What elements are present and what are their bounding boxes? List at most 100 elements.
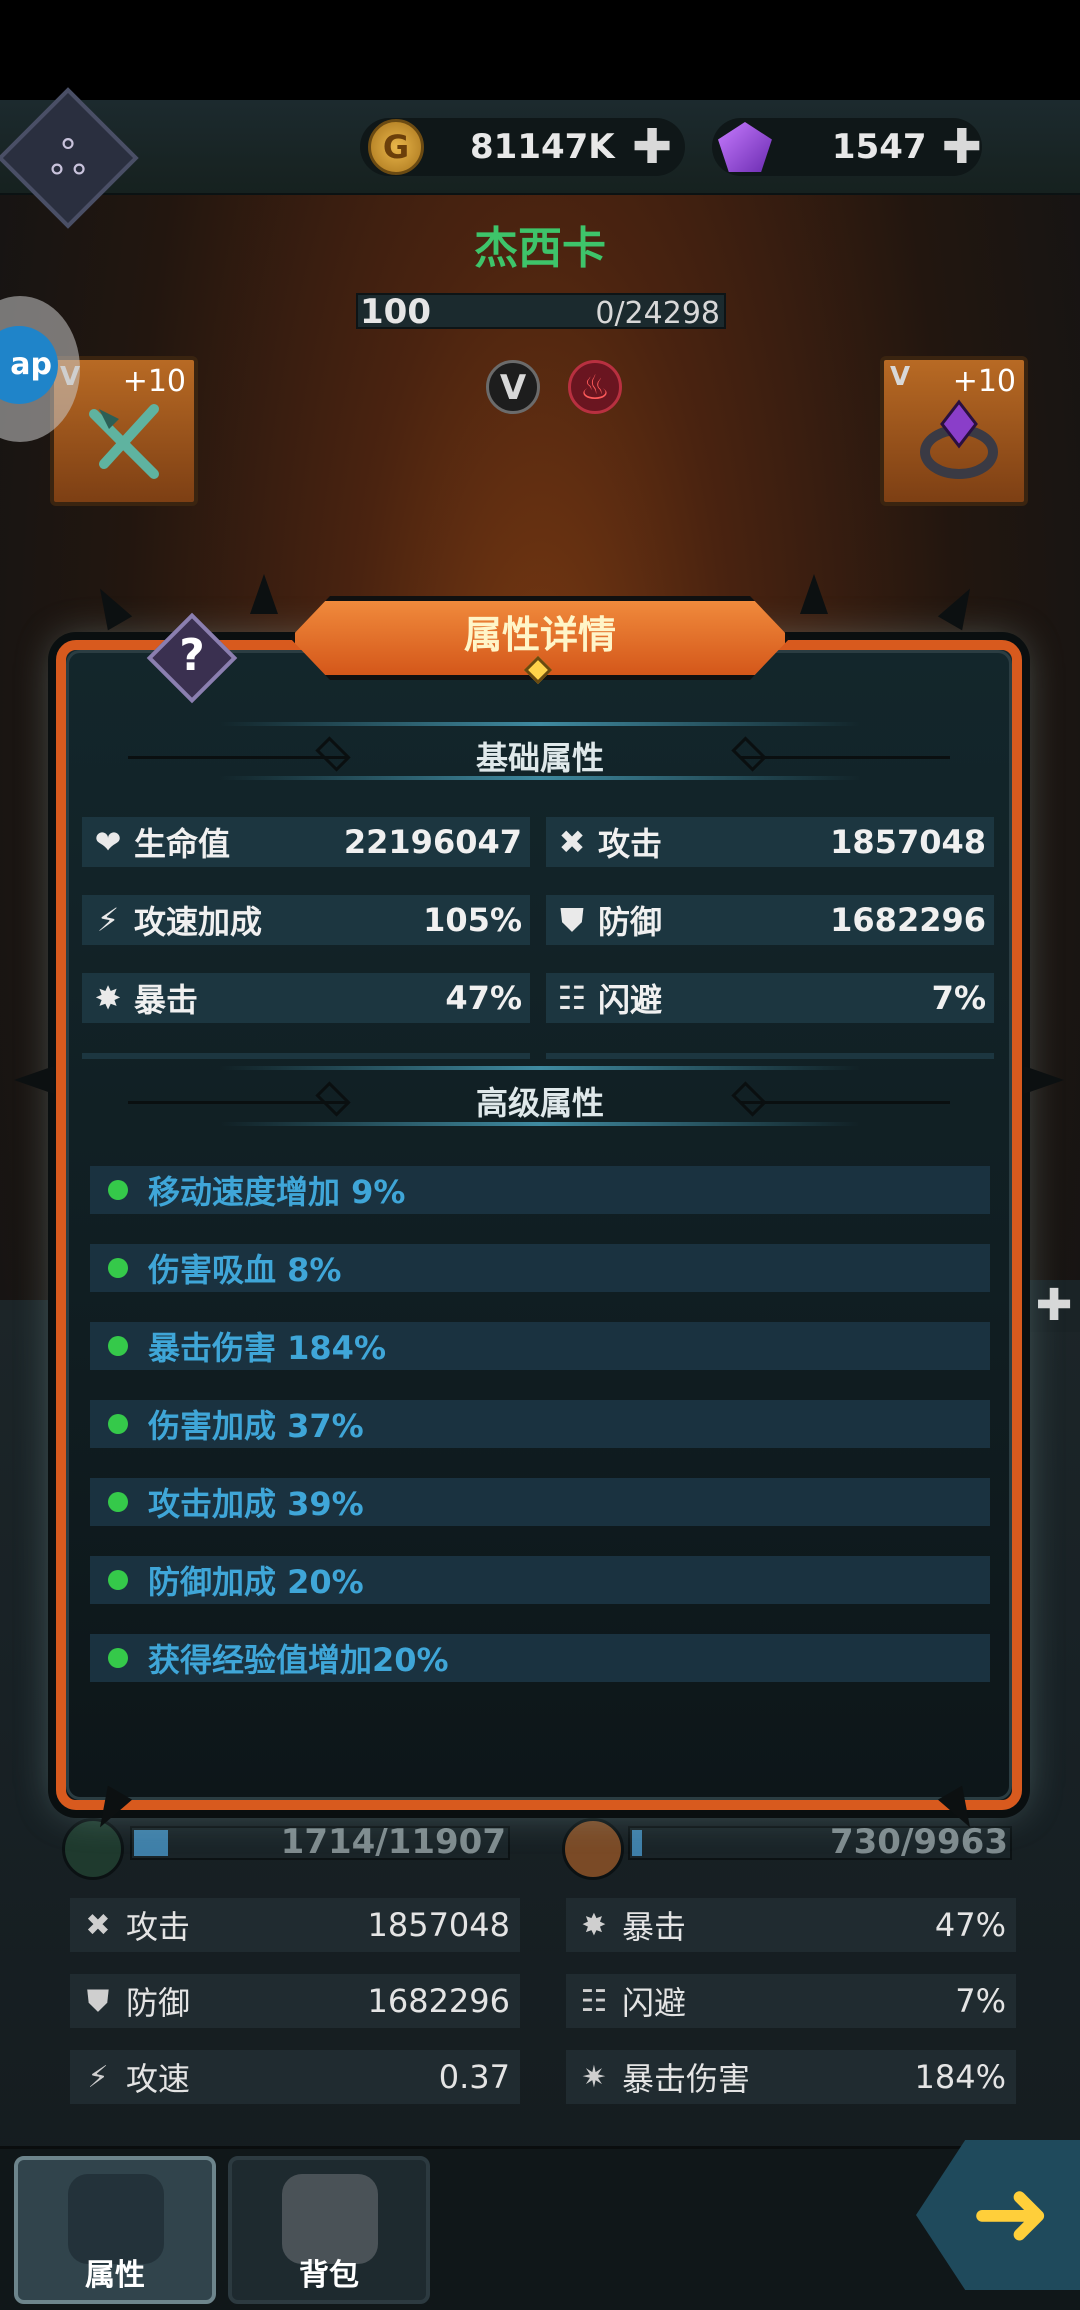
advanced-stat-row: 攻击加成 39%: [90, 1478, 990, 1526]
stat-label: 暴击伤害: [622, 2060, 751, 2098]
purple-gem-icon: [718, 122, 772, 172]
stat-label: 暴击: [622, 1908, 687, 1946]
advanced-stat-text: 伤害吸血 8%: [148, 1251, 342, 1289]
stat-value: 0.37: [438, 2058, 510, 2096]
sleep-resource-fill: [134, 1830, 168, 1856]
lower-stat-attack: ✖ 攻击 1857048: [70, 1898, 520, 1952]
advanced-stat-text: 暴击伤害 184%: [148, 1329, 387, 1367]
section-glow: [220, 776, 860, 780]
advanced-stat-text: 攻击加成 39%: [148, 1485, 364, 1523]
attack-icon: ✖: [558, 823, 586, 861]
lower-stat-dodge: ☷ 闪避 7%: [566, 1974, 1016, 2028]
tab-attributes[interactable]: 属性: [14, 2156, 216, 2304]
green-dot-icon: [108, 1492, 128, 1512]
basic-attributes-header: 基础属性: [475, 739, 604, 777]
advanced-stat-text: 移动速度增加 9%: [148, 1173, 406, 1211]
dodge-icon: ☷: [557, 979, 587, 1017]
dodge-icon: ☷: [580, 1983, 608, 2019]
hero-level: 100: [360, 292, 431, 332]
frame-spike: [800, 574, 828, 614]
green-dot-icon: [108, 1258, 128, 1278]
gold-value: 81147K: [470, 127, 615, 167]
stat-value: 184%: [914, 2058, 1006, 2096]
advanced-attributes-header: 高级属性: [475, 1084, 604, 1122]
purple-ring-icon: [920, 399, 998, 479]
stat-dodge: ☷ 闪避 7%: [546, 973, 994, 1023]
v-badge-icon[interactable]: V: [486, 360, 540, 414]
stat-attack-speed-bonus: ⚡ 攻速加成 105%: [82, 895, 530, 945]
gold-coin-icon: G: [368, 119, 424, 175]
stat-value: 7%: [955, 1982, 1006, 2020]
crest-icon: ஃ: [49, 131, 87, 185]
attack-icon: ✖: [85, 1907, 111, 1943]
advanced-stat-text: 防御加成 20%: [148, 1563, 364, 1601]
modal-title: 属性详情: [463, 613, 616, 657]
scroll-cut-row: [82, 1053, 530, 1059]
food-resource-fill: [632, 1830, 642, 1856]
advanced-stat-row: 伤害加成 37%: [90, 1400, 990, 1448]
advanced-stat-row: 移动速度增加 9%: [90, 1166, 990, 1214]
advanced-stat-row: 获得经验值增加20%: [90, 1634, 990, 1682]
advanced-stat-row: 暴击伤害 184%: [90, 1322, 990, 1370]
stat-value: 1682296: [367, 1982, 510, 2020]
frame-spike: [14, 1066, 54, 1094]
gem-value: 1547: [831, 127, 927, 167]
stat-defense: ⛊ 防御 1682296: [546, 895, 994, 945]
stat-value: 47%: [934, 1906, 1006, 1944]
advanced-stat-text: 获得经验值增加20%: [148, 1641, 449, 1679]
lower-stat-crit: ✸ 暴击 47%: [566, 1898, 1016, 1952]
fire-element-icon[interactable]: ♨: [568, 360, 622, 414]
stat-label: 攻速: [126, 2060, 191, 2098]
stat-label: 攻速加成: [134, 903, 263, 941]
stat-value: 7%: [931, 979, 986, 1017]
tab-backpack[interactable]: 背包: [228, 2156, 430, 2304]
lower-stat-attack-speed: ⚡ 攻速 0.37: [70, 2050, 520, 2104]
add-gold-button[interactable]: ✚: [632, 123, 672, 171]
green-dot-icon: [108, 1414, 128, 1434]
section-glow: [220, 1122, 860, 1126]
equipped-ring-slot[interactable]: V +10: [880, 356, 1028, 506]
attack-speed-icon: ⚡: [87, 2059, 109, 2095]
frame-spike: [1024, 1066, 1064, 1094]
stat-label: 攻击: [598, 825, 663, 863]
advanced-stat-text: 伤害加成 37%: [148, 1407, 364, 1445]
tab-backpack-label: 背包: [299, 2258, 359, 2293]
shield-icon: ⛊: [559, 900, 584, 939]
stat-hp: ❤ 生命值 22196047: [82, 817, 530, 867]
green-dot-icon: [108, 1648, 128, 1668]
section-glow: [220, 1066, 860, 1070]
stat-value: 22196047: [343, 823, 522, 861]
rank-v-mark: V: [890, 362, 911, 392]
tab-attributes-label: 属性: [85, 2258, 145, 2293]
crit-icon: ✸: [94, 979, 122, 1017]
stat-value: 47%: [445, 979, 522, 1017]
heart-icon: ❤: [94, 823, 122, 861]
stat-value: 105%: [423, 901, 522, 939]
advanced-stat-row: 防御加成 20%: [90, 1556, 990, 1604]
section-glow: [220, 722, 860, 726]
stat-label: 防御: [598, 903, 663, 941]
question-icon: ?: [179, 630, 205, 681]
green-dot-icon: [108, 1570, 128, 1590]
hero-name: 杰西卡: [474, 223, 606, 274]
stat-crit: ✸ 暴击 47%: [82, 973, 530, 1023]
stat-label: 闪避: [598, 981, 663, 1019]
scroll-cut-row: [546, 1053, 994, 1059]
shield-icon: ⛊: [86, 1983, 110, 2019]
attack-speed-icon: ⚡: [96, 901, 120, 939]
stat-value: 1857048: [830, 823, 986, 861]
lower-stat-defense: ⛊ 防御 1682296: [70, 1974, 520, 2028]
stat-label: 攻击: [126, 1908, 191, 1946]
frame-spike: [250, 574, 278, 614]
stat-label: 生命值: [134, 825, 231, 863]
crit-icon: ✸: [581, 1907, 607, 1943]
gold-currency: G 81147K ✚: [360, 118, 685, 176]
stat-label: 闪避: [622, 1984, 687, 2022]
stat-attack: ✖ 攻击 1857048: [546, 817, 994, 867]
stat-value: 1682296: [830, 901, 986, 939]
crit-damage-icon: ✷: [581, 2059, 607, 2095]
advanced-stat-row: 伤害吸血 8%: [90, 1244, 990, 1292]
green-dot-icon: [108, 1336, 128, 1356]
gem-currency: 1547 ✚: [712, 118, 982, 176]
add-gem-button[interactable]: ✚: [942, 123, 982, 171]
